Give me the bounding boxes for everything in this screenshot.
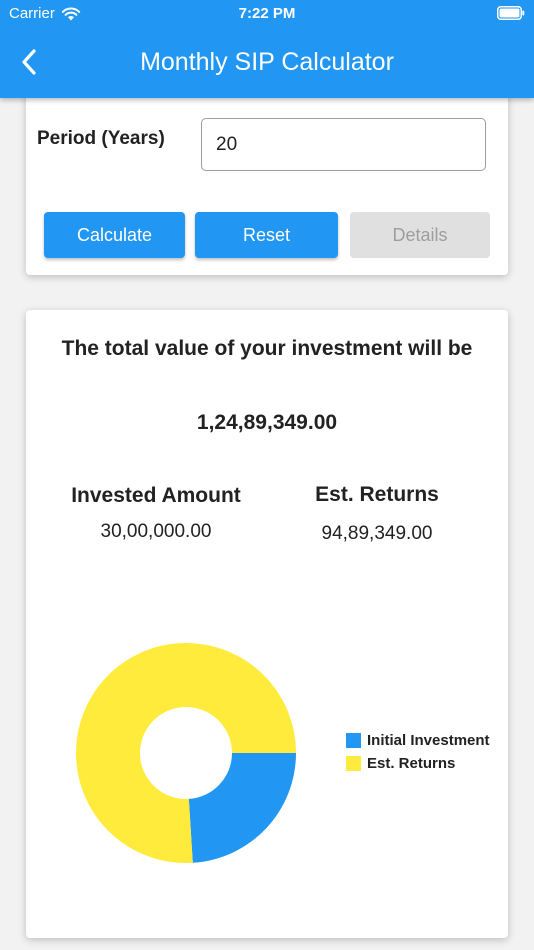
legend-swatch (346, 756, 361, 771)
est-returns-value: 94,89,349.00 (321, 523, 433, 544)
input-card: Period (Years) Calculate Reset Details (26, 70, 508, 275)
chart-legend: Initial Investment Est. Returns (346, 729, 490, 775)
period-label: Period (Years) (37, 128, 165, 149)
legend-label: Initial Investment (367, 732, 490, 749)
legend-swatch (346, 733, 361, 748)
app-bar: Carrier 7:22 PM Monthly SIP Calculator (0, 0, 534, 98)
legend-item: Initial Investment (346, 729, 490, 752)
invested-amount-label: Invested Amount (71, 484, 241, 507)
reset-button[interactable]: Reset (195, 212, 338, 258)
battery-icon (497, 6, 525, 20)
donut-chart (76, 643, 296, 863)
pie-slice-initial-investment (188, 753, 296, 863)
total-value: 1,24,89,349.00 (196, 411, 338, 434)
est-returns-label: Est. Returns (315, 483, 439, 506)
result-heading: The total value of your investment will … (61, 337, 473, 360)
result-card: The total value of your investment will … (26, 310, 508, 938)
invested-amount-value: 30,00,000.00 (100, 521, 212, 542)
calculate-button[interactable]: Calculate (44, 212, 185, 258)
legend-item: Est. Returns (346, 752, 490, 775)
period-input[interactable] (201, 118, 486, 171)
page-title: Monthly SIP Calculator (140, 48, 394, 76)
details-button: Details (350, 212, 490, 258)
legend-label: Est. Returns (367, 755, 456, 772)
status-bar: Carrier 7:22 PM (0, 0, 534, 28)
status-time: 7:22 PM (238, 5, 296, 22)
